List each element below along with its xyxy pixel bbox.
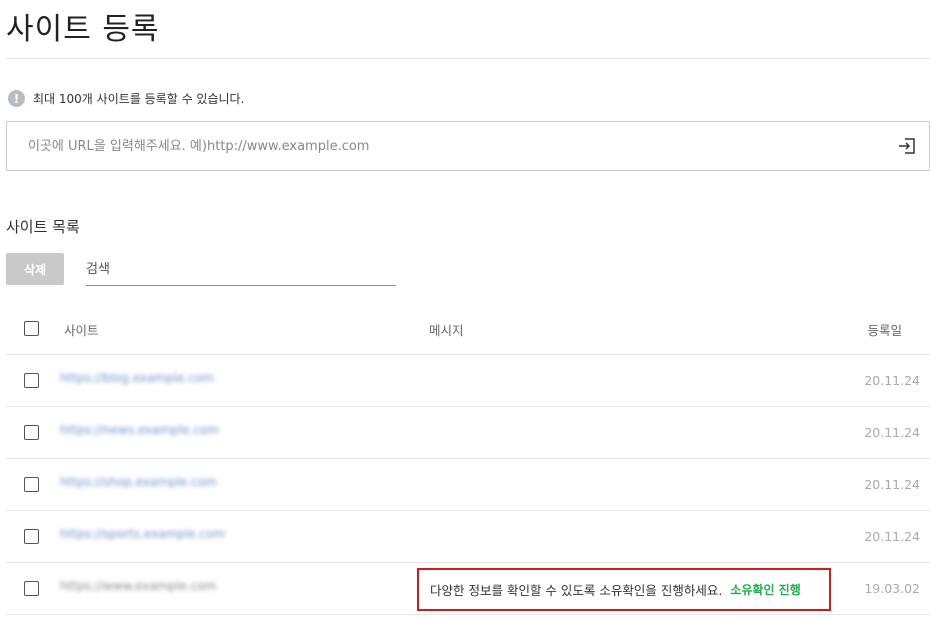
table-header: 사이트 메시지 등록일 [6,302,930,355]
site-url[interactable]: https://www.example.com [60,579,216,595]
row-checkbox[interactable] [24,425,39,440]
ownership-message-text: 다양한 정보를 확인할 수 있도록 소유확인을 진행하세요. [430,583,723,598]
url-input-box [6,121,930,171]
row-checkbox[interactable] [24,581,39,596]
table-row: https://www.example.com 다양한 정보를 확인할 수 있도… [6,563,930,615]
notice-text: 최대 100개 사이트를 등록할 수 있습니다. [33,92,245,106]
row-checkbox[interactable] [24,477,39,492]
delete-button[interactable]: 삭제 [6,253,64,285]
site-list-title: 사이트 목록 [6,218,80,236]
row-checkbox[interactable] [24,373,39,388]
search-input[interactable] [86,253,396,285]
search-field [86,253,396,286]
registration-date: 20.11.24 [864,477,920,492]
ownership-message: 다양한 정보를 확인할 수 있도록 소유확인을 진행하세요. 소유확인 진행 [417,568,831,611]
site-url[interactable]: https://shop.example.com [60,475,217,491]
table-row: https://shop.example.com 20.11.24 [6,459,930,511]
site-url[interactable]: https://sports.example.com [60,527,225,543]
column-header-message: 메시지 [429,323,464,338]
verify-ownership-link[interactable]: 소유확인 진행 [730,581,800,598]
table-row: https://blog.example.com 20.11.24 [6,355,930,407]
site-url[interactable]: https://blog.example.com [60,371,214,387]
table-row: https://news.example.com 20.11.24 [6,407,930,459]
title-divider [6,58,930,59]
select-all-checkbox[interactable] [24,321,39,336]
enter-icon[interactable] [897,136,917,156]
registration-date: 19.03.02 [864,581,920,596]
url-input[interactable] [7,122,887,170]
row-checkbox[interactable] [24,529,39,544]
column-header-date: 등록일 [867,323,902,338]
info-icon: ! [8,90,25,107]
registration-date: 20.11.24 [864,529,920,544]
site-table: 사이트 메시지 등록일 https://blog.example.com 20.… [6,302,930,615]
site-url[interactable]: https://news.example.com [60,423,219,439]
notice: ! 최대 100개 사이트를 등록할 수 있습니다. [8,90,244,107]
registration-date: 20.11.24 [864,373,920,388]
page-title: 사이트 등록 [6,12,160,47]
registration-date: 20.11.24 [864,425,920,440]
table-row: https://sports.example.com 20.11.24 [6,511,930,563]
column-header-site: 사이트 [64,323,99,338]
